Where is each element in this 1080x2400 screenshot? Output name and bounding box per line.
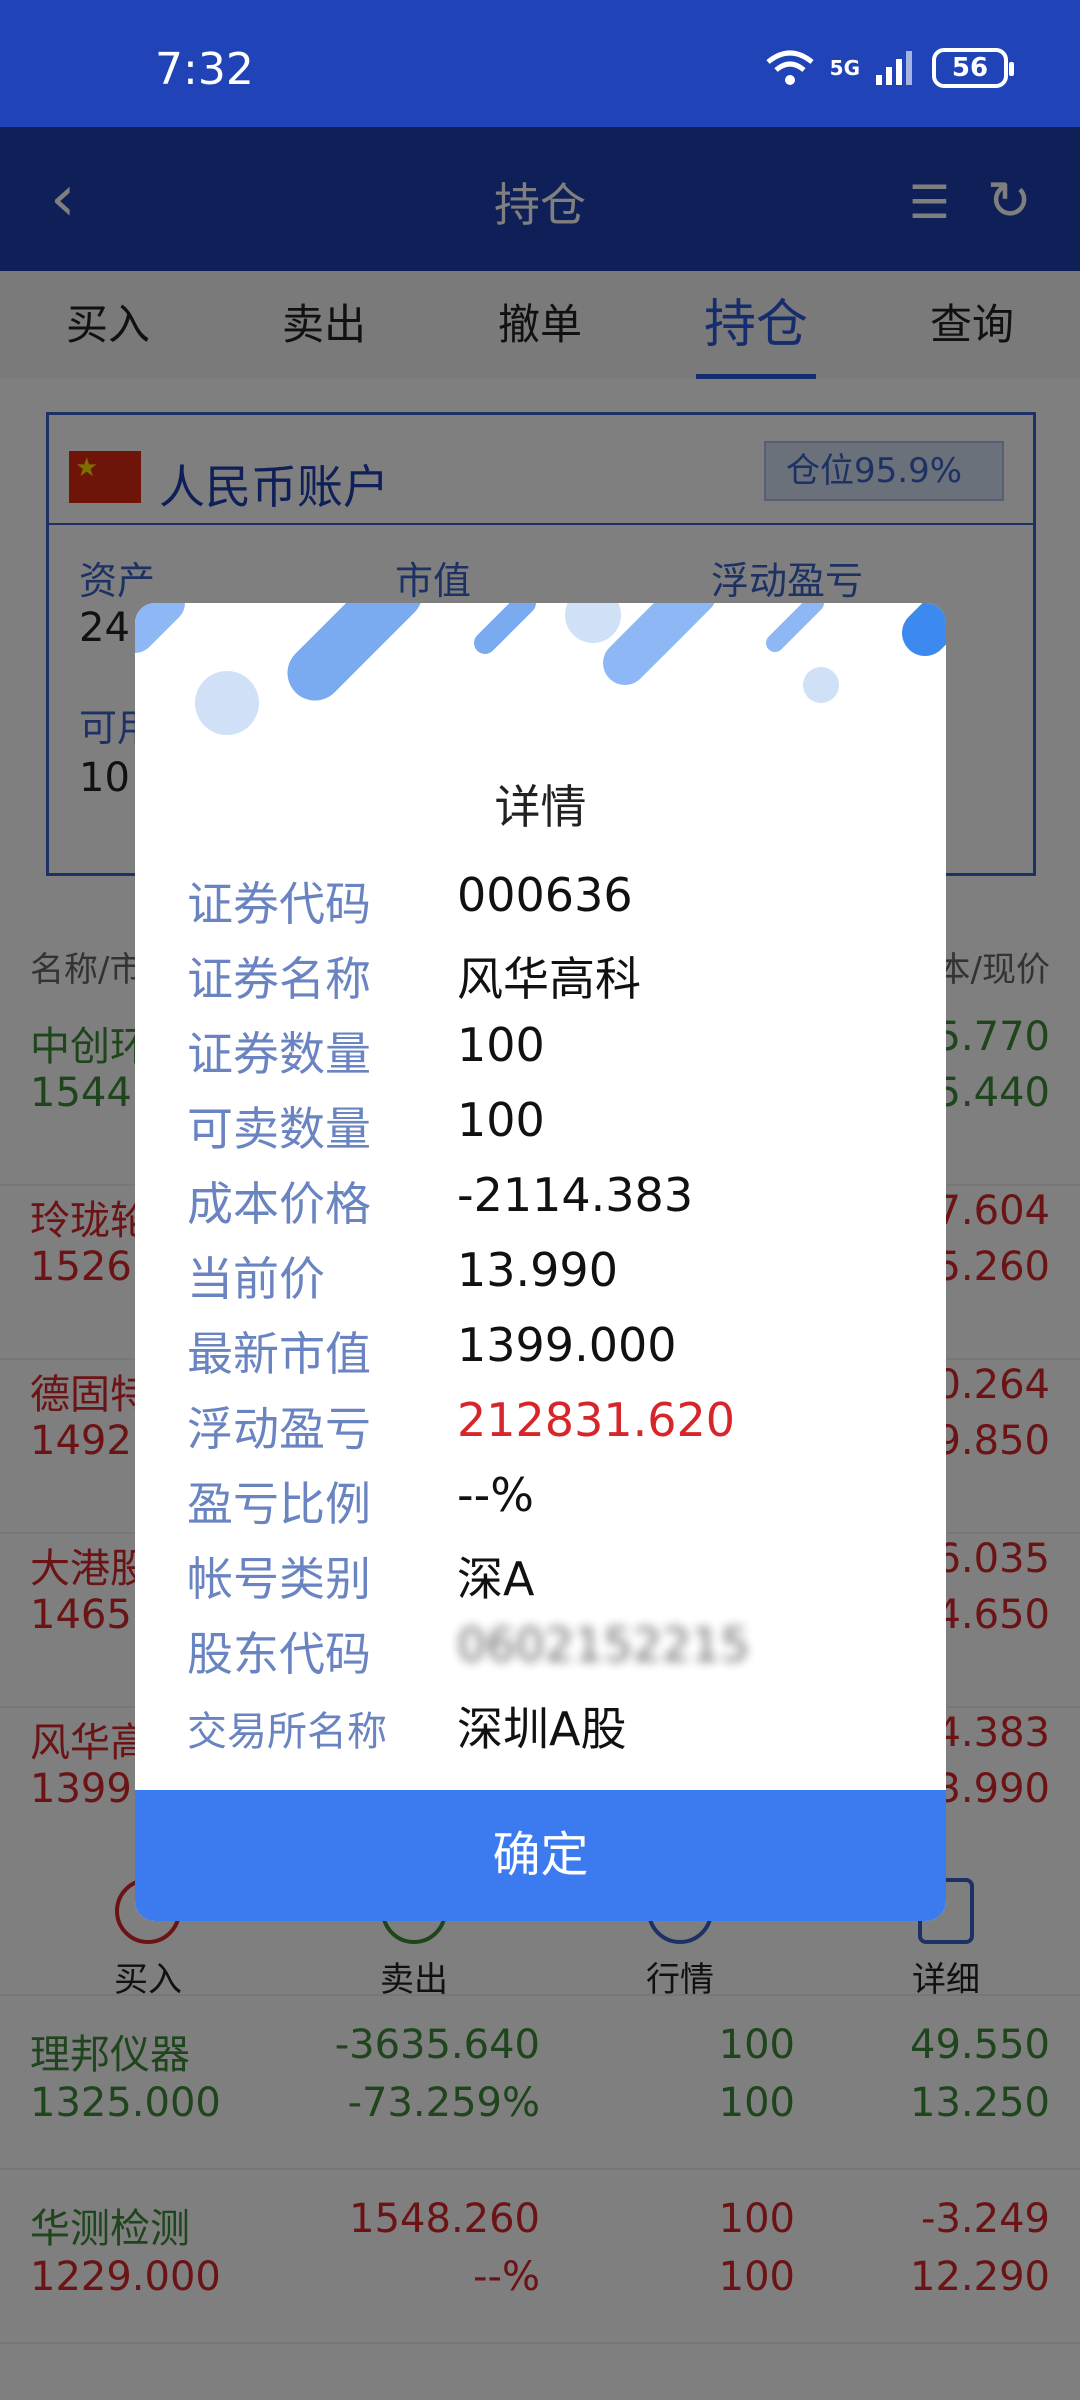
- field-value: 13.990: [457, 1243, 618, 1297]
- status-icons: 5G 56: [764, 48, 1014, 88]
- detail-row-quantity: 证券数量 100: [187, 1018, 907, 1088]
- field-value: 212831.620: [457, 1393, 736, 1447]
- detail-row-account-type: 帐号类别 深A: [187, 1543, 907, 1613]
- detail-row-security-code: 证券代码 000636: [187, 868, 907, 938]
- detail-row-sellable: 可卖数量 100: [187, 1093, 907, 1163]
- field-value: 深圳A股: [457, 1702, 627, 1756]
- dialog-title: 详情: [494, 780, 587, 834]
- field-label: 盈亏比例: [187, 1477, 371, 1531]
- field-label: 可卖数量: [187, 1102, 371, 1156]
- field-value: 深A: [457, 1552, 535, 1606]
- field-label: 证券名称: [187, 952, 371, 1006]
- field-value: -2114.383: [457, 1168, 694, 1222]
- field-label: 当前价: [187, 1252, 325, 1306]
- field-value: 100: [457, 1093, 545, 1147]
- battery-icon: 56: [932, 48, 1014, 88]
- detail-row-market-value: 最新市值 1399.000: [187, 1318, 907, 1388]
- field-label: 证券代码: [187, 877, 371, 931]
- detail-row-current-price: 当前价 13.990: [187, 1243, 907, 1313]
- field-value: 1399.000: [457, 1318, 677, 1372]
- field-label: 浮动盈亏: [187, 1402, 371, 1456]
- confirm-button[interactable]: 确定: [135, 1790, 946, 1921]
- field-label: 交易所名称: [187, 1709, 387, 1755]
- detail-row-pl-ratio: 盈亏比例 --%: [187, 1468, 907, 1538]
- detail-row-floating-pl: 浮动盈亏 212831.620: [187, 1393, 907, 1463]
- signal-icon: [876, 51, 912, 85]
- status-bar: 7:32 5G 56: [0, 0, 1080, 127]
- field-label: 帐号类别: [187, 1552, 371, 1606]
- field-value: --%: [457, 1468, 534, 1522]
- field-label: 证券数量: [187, 1027, 371, 1081]
- detail-row-security-name: 证券名称 风华高科: [187, 943, 907, 1013]
- field-value: 0602152215: [457, 1618, 750, 1672]
- wifi-icon: [766, 50, 814, 85]
- detail-row-exchange-name: 交易所名称 深圳A股: [187, 1693, 907, 1763]
- detail-dialog: 详情 证券代码 000636 证券名称 风华高科 证券数量 100 可卖数量 1…: [135, 603, 946, 1921]
- field-label: 成本价格: [187, 1177, 371, 1231]
- detail-row-cost-price: 成本价格 -2114.383: [187, 1168, 907, 1238]
- field-value: 风华高科: [457, 952, 641, 1006]
- detail-row-shareholder-code: 股东代码 0602152215: [187, 1618, 907, 1688]
- status-time: 7:32: [155, 44, 254, 95]
- network-type: 5G: [829, 56, 860, 80]
- field-label: 最新市值: [187, 1327, 371, 1381]
- field-value: 000636: [457, 868, 633, 922]
- field-label: 股东代码: [187, 1627, 371, 1681]
- dialog-header-decoration: [135, 603, 946, 735]
- field-value: 100: [457, 1018, 545, 1072]
